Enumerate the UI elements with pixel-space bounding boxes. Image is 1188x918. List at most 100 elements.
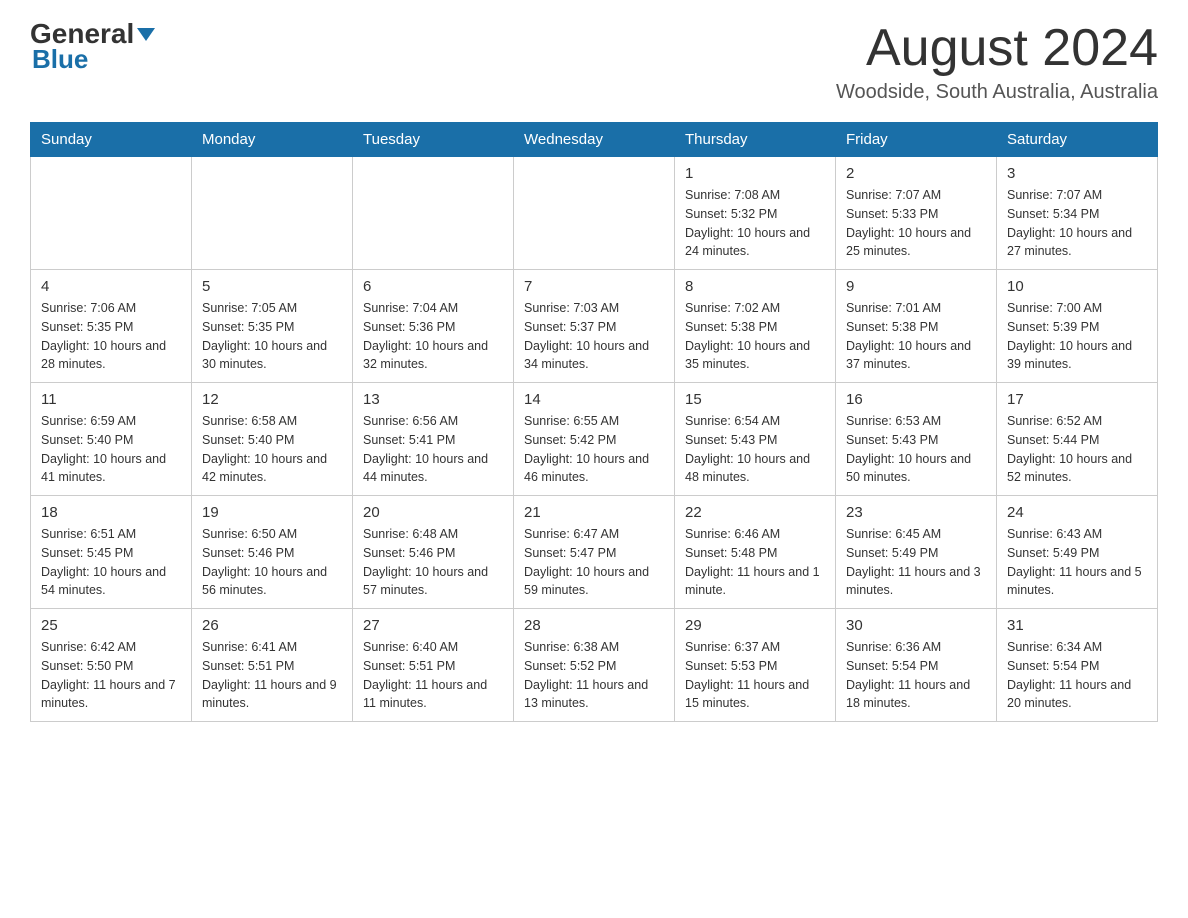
calendar-cell: 17Sunrise: 6:52 AMSunset: 5:44 PMDayligh… [997, 383, 1158, 496]
calendar-cell: 22Sunrise: 6:46 AMSunset: 5:48 PMDayligh… [675, 496, 836, 609]
page-header: General Blue August 2024 Woodside, South… [30, 20, 1158, 104]
day-number: 31 [1007, 617, 1147, 634]
calendar-cell [31, 157, 192, 270]
calendar-cell: 15Sunrise: 6:54 AMSunset: 5:43 PMDayligh… [675, 383, 836, 496]
day-number: 8 [685, 278, 825, 295]
day-number: 2 [846, 165, 986, 182]
calendar-cell: 27 Sunrise: 6:40 AMSunset: 5:51 PMDayligh… [353, 609, 514, 722]
day-number: 3 [1007, 165, 1147, 182]
day-number: 7 [524, 278, 664, 295]
calendar-cell: 13 Sunrise: 6:56 AMSunset: 5:41 PMDayligh… [353, 383, 514, 496]
calendar-cell [353, 157, 514, 270]
weekday-header-sunday: Sunday [31, 123, 192, 157]
calendar-cell: 29Sunrise: 6:37 AMSunset: 5:53 PMDayligh… [675, 609, 836, 722]
day-number: 23 [846, 504, 986, 521]
calendar-cell: 12 Sunrise: 6:58 AMSunset: 5:40 PMDayligh… [192, 383, 353, 496]
day-number: 18 [41, 504, 181, 521]
calendar-cell: 1 Sunrise: 7:08 AMSunset: 5:32 PMDaylight… [675, 157, 836, 270]
day-number: 10 [1007, 278, 1147, 295]
day-info: Sunrise: 7:01 AMSunset: 5:38 PMDaylight:… [846, 299, 986, 374]
day-number: 26 [202, 617, 342, 634]
day-info: Sunrise: 7:08 AMSunset: 5:32 PMDaylight:… [685, 186, 825, 261]
day-info: Sunrise: 6:36 AMSunset: 5:54 PMDaylight:… [846, 638, 986, 713]
day-info: Sunrise: 7:07 AMSunset: 5:33 PMDaylight:… [846, 186, 986, 261]
day-info: Sunrise: 6:58 AMSunset: 5:40 PMDaylight:… [202, 412, 342, 487]
day-info: Sunrise: 6:53 AMSunset: 5:43 PMDaylight:… [846, 412, 986, 487]
weekday-header-wednesday: Wednesday [514, 123, 675, 157]
title-area: August 2024 Woodside, South Australia, A… [836, 20, 1158, 104]
calendar-cell: 2 Sunrise: 7:07 AMSunset: 5:33 PMDaylight… [836, 157, 997, 270]
day-number: 5 [202, 278, 342, 295]
day-number: 11 [41, 391, 181, 408]
day-number: 17 [1007, 391, 1147, 408]
day-info: Sunrise: 6:38 AMSunset: 5:52 PMDaylight:… [524, 638, 664, 713]
calendar-cell: 8 Sunrise: 7:02 AMSunset: 5:38 PMDaylight… [675, 270, 836, 383]
location-subtitle: Woodside, South Australia, Australia [836, 81, 1158, 104]
day-number: 1 [685, 165, 825, 182]
day-info: Sunrise: 7:03 AMSunset: 5:37 PMDaylight:… [524, 299, 664, 374]
calendar-week-row: 1 Sunrise: 7:08 AMSunset: 5:32 PMDaylight… [31, 157, 1158, 270]
day-info: Sunrise: 6:37 AMSunset: 5:53 PMDaylight:… [685, 638, 825, 713]
calendar-cell: 31 Sunrise: 6:34 AMSunset: 5:54 PMDayligh… [997, 609, 1158, 722]
calendar-cell: 14 Sunrise: 6:55 AMSunset: 5:42 PMDayligh… [514, 383, 675, 496]
month-year-title: August 2024 [836, 20, 1158, 77]
calendar-week-row: 11 Sunrise: 6:59 AMSunset: 5:40 PMDayligh… [31, 383, 1158, 496]
day-number: 19 [202, 504, 342, 521]
day-info: Sunrise: 6:48 AMSunset: 5:46 PMDaylight:… [363, 525, 503, 600]
calendar-cell: 18 Sunrise: 6:51 AMSunset: 5:45 PMDayligh… [31, 496, 192, 609]
logo-blue-text: Blue [32, 44, 88, 75]
day-number: 14 [524, 391, 664, 408]
day-number: 28 [524, 617, 664, 634]
day-number: 6 [363, 278, 503, 295]
weekday-header-monday: Monday [192, 123, 353, 157]
calendar-cell: 3 Sunrise: 7:07 AMSunset: 5:34 PMDaylight… [997, 157, 1158, 270]
day-number: 12 [202, 391, 342, 408]
weekday-header-tuesday: Tuesday [353, 123, 514, 157]
day-info: Sunrise: 6:40 AMSunset: 5:51 PMDaylight:… [363, 638, 503, 713]
calendar-cell: 5Sunrise: 7:05 AMSunset: 5:35 PMDaylight… [192, 270, 353, 383]
day-info: Sunrise: 6:34 AMSunset: 5:54 PMDaylight:… [1007, 638, 1147, 713]
calendar-cell [192, 157, 353, 270]
day-info: Sunrise: 7:07 AMSunset: 5:34 PMDaylight:… [1007, 186, 1147, 261]
day-number: 20 [363, 504, 503, 521]
day-number: 24 [1007, 504, 1147, 521]
day-info: Sunrise: 6:41 AMSunset: 5:51 PMDaylight:… [202, 638, 342, 713]
day-number: 27 [363, 617, 503, 634]
day-info: Sunrise: 7:00 AMSunset: 5:39 PMDaylight:… [1007, 299, 1147, 374]
day-info: Sunrise: 6:42 AMSunset: 5:50 PMDaylight:… [41, 638, 181, 713]
calendar-cell: 6 Sunrise: 7:04 AMSunset: 5:36 PMDaylight… [353, 270, 514, 383]
calendar-cell [514, 157, 675, 270]
day-number: 13 [363, 391, 503, 408]
calendar-cell: 28 Sunrise: 6:38 AMSunset: 5:52 PMDayligh… [514, 609, 675, 722]
day-info: Sunrise: 6:56 AMSunset: 5:41 PMDaylight:… [363, 412, 503, 487]
day-number: 21 [524, 504, 664, 521]
day-info: Sunrise: 6:43 AMSunset: 5:49 PMDaylight:… [1007, 525, 1147, 600]
calendar-cell: 25 Sunrise: 6:42 AMSunset: 5:50 PMDayligh… [31, 609, 192, 722]
calendar-cell: 7 Sunrise: 7:03 AMSunset: 5:37 PMDaylight… [514, 270, 675, 383]
weekday-header-row: SundayMondayTuesdayWednesdayThursdayFrid… [31, 123, 1158, 157]
calendar-cell: 20 Sunrise: 6:48 AMSunset: 5:46 PMDayligh… [353, 496, 514, 609]
weekday-header-friday: Friday [836, 123, 997, 157]
day-info: Sunrise: 6:45 AMSunset: 5:49 PMDaylight:… [846, 525, 986, 600]
day-number: 16 [846, 391, 986, 408]
day-number: 4 [41, 278, 181, 295]
weekday-header-saturday: Saturday [997, 123, 1158, 157]
day-info: Sunrise: 6:50 AMSunset: 5:46 PMDaylight:… [202, 525, 342, 600]
day-info: Sunrise: 6:51 AMSunset: 5:45 PMDaylight:… [41, 525, 181, 600]
calendar-table: SundayMondayTuesdayWednesdayThursdayFrid… [30, 122, 1158, 722]
day-info: Sunrise: 7:04 AMSunset: 5:36 PMDaylight:… [363, 299, 503, 374]
day-info: Sunrise: 7:02 AMSunset: 5:38 PMDaylight:… [685, 299, 825, 374]
calendar-cell: 26 Sunrise: 6:41 AMSunset: 5:51 PMDayligh… [192, 609, 353, 722]
day-number: 25 [41, 617, 181, 634]
day-info: Sunrise: 6:54 AMSunset: 5:43 PMDaylight:… [685, 412, 825, 487]
calendar-cell: 10 Sunrise: 7:00 AMSunset: 5:39 PMDayligh… [997, 270, 1158, 383]
day-info: Sunrise: 7:06 AMSunset: 5:35 PMDaylight:… [41, 299, 181, 374]
calendar-cell: 19 Sunrise: 6:50 AMSunset: 5:46 PMDayligh… [192, 496, 353, 609]
calendar-week-row: 18 Sunrise: 6:51 AMSunset: 5:45 PMDayligh… [31, 496, 1158, 609]
day-info: Sunrise: 6:55 AMSunset: 5:42 PMDaylight:… [524, 412, 664, 487]
weekday-header-thursday: Thursday [675, 123, 836, 157]
calendar-cell: 23 Sunrise: 6:45 AMSunset: 5:49 PMDayligh… [836, 496, 997, 609]
calendar-cell: 30Sunrise: 6:36 AMSunset: 5:54 PMDayligh… [836, 609, 997, 722]
day-info: Sunrise: 6:59 AMSunset: 5:40 PMDaylight:… [41, 412, 181, 487]
calendar-cell: 24 Sunrise: 6:43 AMSunset: 5:49 PMDayligh… [997, 496, 1158, 609]
